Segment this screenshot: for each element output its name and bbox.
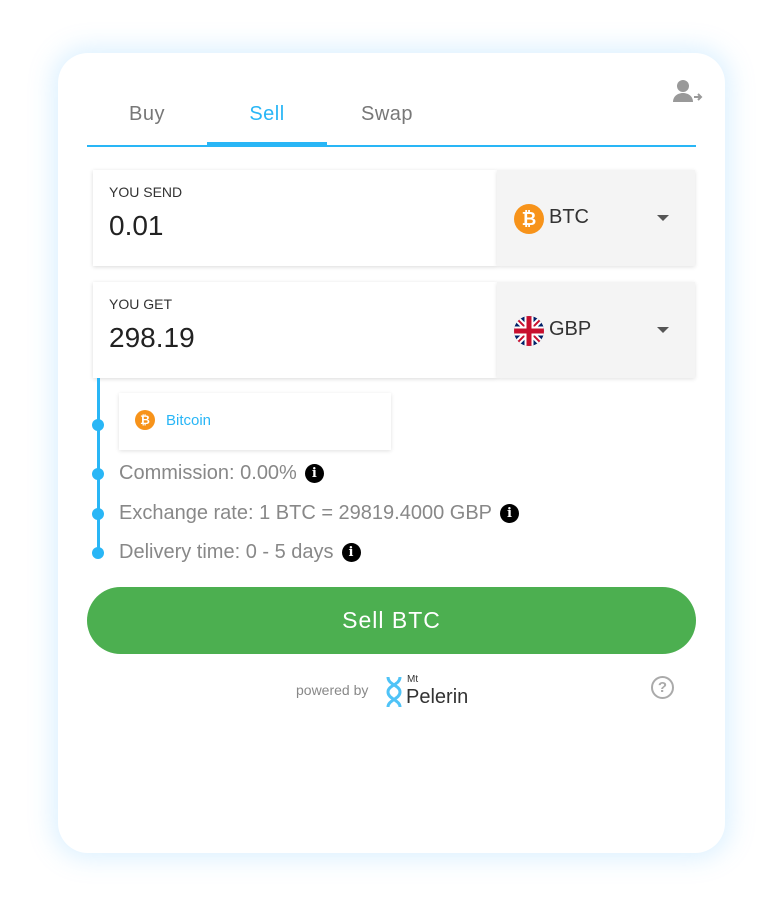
network-label: Bitcoin [166, 412, 212, 429]
delivery-text: Delivery time: 0 - 5 days [119, 541, 334, 563]
get-amount-input[interactable]: 298.19 [109, 322, 195, 354]
get-label: YOU GET [109, 296, 173, 312]
get-amount-field[interactable]: YOU GET 298.19 [93, 282, 497, 378]
exchange-rate-text: Exchange rate: 1 BTC = 29819.4000 GBP [119, 502, 493, 524]
timeline-dot [92, 468, 104, 480]
bitcoin-icon: ₿ [135, 410, 155, 430]
chevron-down-icon [657, 327, 669, 333]
logo-main-text: Pelerin [406, 686, 469, 708]
send-currency-select[interactable]: ₿ BTC [497, 170, 695, 266]
commission-text: Commission: 0.00% [119, 462, 297, 484]
account-icon[interactable] [672, 78, 704, 106]
send-currency-code: BTC [549, 206, 589, 228]
info-icon[interactable]: i [500, 504, 520, 524]
send-amount-input[interactable]: 0.01 [109, 210, 164, 242]
tab-sell[interactable]: Sell [207, 103, 327, 126]
pelerin-logo-icon [386, 676, 402, 708]
tab-divider [87, 145, 696, 147]
help-icon[interactable]: ? [651, 676, 674, 699]
info-icon[interactable]: i [304, 464, 324, 484]
timeline-dot [92, 547, 104, 559]
send-label: YOU SEND [109, 184, 183, 200]
mt-pelerin-logo[interactable]: Mt Pelerin [385, 674, 475, 710]
chevron-down-icon [657, 215, 669, 221]
get-currency-code: GBP [549, 318, 592, 340]
uk-flag-icon [514, 316, 544, 346]
delivery-row: Delivery time: 0 - 5 days i [119, 541, 361, 564]
network-card[interactable]: ₿ Bitcoin [119, 393, 391, 450]
logo-small-text: Mt [407, 674, 419, 685]
tab-active-indicator [207, 142, 327, 147]
tab-swap[interactable]: Swap [327, 103, 447, 126]
commission-row: Commission: 0.00% i [119, 462, 324, 485]
timeline-line [97, 378, 100, 556]
timeline-dot [92, 508, 104, 520]
powered-by-text: powered by [296, 682, 369, 698]
exchange-rate-row: Exchange rate: 1 BTC = 29819.4000 GBP i [119, 502, 520, 525]
get-currency-select[interactable]: GBP [497, 282, 695, 378]
send-amount-field[interactable]: YOU SEND 0.01 [93, 170, 497, 266]
bitcoin-icon: ₿ [514, 204, 544, 234]
tab-buy[interactable]: Buy [87, 103, 207, 126]
info-icon[interactable]: i [341, 543, 361, 563]
sell-button[interactable]: Sell BTC [87, 587, 696, 654]
timeline-dot [92, 419, 104, 431]
